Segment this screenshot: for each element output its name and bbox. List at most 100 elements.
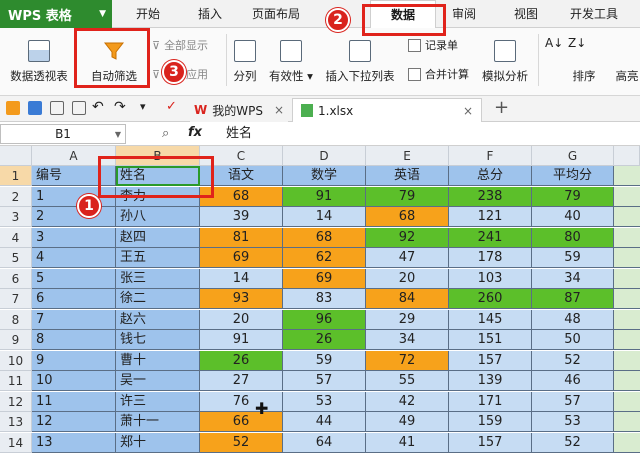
table-cell[interactable]: 王五 [116,248,200,268]
redo-icon[interactable]: ↷ [114,99,126,115]
table-cell[interactable]: 52 [532,350,614,371]
table-cell[interactable]: 41 [366,432,449,453]
table-cell[interactable]: 48 [532,309,614,330]
table-cell[interactable]: 29 [366,309,449,330]
header-cell[interactable]: 平均分 [532,166,614,186]
row-header[interactable]: 14 [0,432,32,453]
doc-tab-xlsx[interactable]: 1.xlsx × [292,98,482,122]
record-sheet-button[interactable]: 记录单 [408,37,458,53]
new-tab-icon[interactable]: + [494,97,509,118]
table-cell[interactable]: 76 [200,391,283,412]
split-column-button[interactable]: 分列 [228,32,262,84]
table-cell[interactable]: 57 [283,371,366,391]
table-cell[interactable]: 159 [449,412,532,432]
table-cell[interactable]: 139 [449,371,532,391]
tab-view[interactable]: 视图 [506,0,546,28]
table-cell[interactable]: 91 [200,330,283,350]
empty-cell[interactable] [614,309,640,330]
consolidate-button[interactable]: 合并计算 [408,66,469,82]
column-header-e[interactable]: E [366,146,449,166]
table-cell[interactable]: 张三 [116,268,200,289]
zoom-icon[interactable]: ⌕ [162,126,169,141]
table-cell[interactable]: 49 [366,412,449,432]
row-header[interactable]: 6 [0,268,32,289]
table-cell[interactable]: 69 [283,268,366,289]
table-cell[interactable]: 10 [32,371,116,391]
table-cell[interactable]: 12 [32,412,116,432]
table-cell[interactable]: 50 [532,330,614,350]
print-preview-icon[interactable] [72,101,86,115]
empty-cell[interactable] [614,350,640,371]
table-cell[interactable]: 4 [32,248,116,268]
table-cell[interactable]: 赵六 [116,309,200,330]
empty-cell[interactable] [614,289,640,309]
tab-page-layout[interactable]: 页面布局 [246,0,306,28]
row-header[interactable]: 2 [0,186,32,207]
table-cell[interactable]: 121 [449,207,532,227]
table-cell[interactable]: 151 [449,330,532,350]
table-cell[interactable]: 许三 [116,391,200,412]
table-cell[interactable]: 157 [449,350,532,371]
row-header[interactable]: 8 [0,309,32,330]
table-cell[interactable]: 13 [32,432,116,453]
empty-cell[interactable] [614,248,640,268]
table-cell[interactable]: 5 [32,268,116,289]
row-header[interactable]: 10 [0,350,32,371]
close-icon[interactable]: × [274,103,284,117]
table-cell[interactable]: 53 [532,412,614,432]
column-header-f[interactable]: F [449,146,532,166]
table-cell[interactable]: 孙八 [116,207,200,227]
table-cell[interactable]: 79 [366,186,449,207]
validity-button[interactable]: 有效性 ▾ [266,32,316,84]
highlight-button[interactable]: 高亮 [612,32,640,84]
table-cell[interactable]: 26 [283,330,366,350]
table-cell[interactable]: 34 [366,330,449,350]
table-cell[interactable]: 64 [283,432,366,453]
table-cell[interactable]: 7 [32,309,116,330]
table-cell[interactable]: 吴一 [116,371,200,391]
table-cell[interactable]: 14 [283,207,366,227]
table-cell[interactable]: 84 [366,289,449,309]
pin-icon[interactable]: ✓ [166,99,177,114]
row-header[interactable]: 1 [0,166,32,186]
table-cell[interactable]: 3 [32,227,116,248]
undo-icon[interactable]: ↶ [92,99,104,115]
row-header[interactable]: 7 [0,289,32,309]
table-cell[interactable]: 赵四 [116,227,200,248]
row-header[interactable]: 3 [0,207,32,227]
name-box[interactable]: B1 ▼ [0,124,126,144]
table-cell[interactable]: 20 [200,309,283,330]
table-cell[interactable]: 92 [366,227,449,248]
table-cell[interactable]: 96 [283,309,366,330]
table-cell[interactable]: 93 [200,289,283,309]
row-header[interactable]: 13 [0,412,32,432]
table-cell[interactable]: 8 [32,330,116,350]
table-cell[interactable]: 57 [532,391,614,412]
table-cell[interactable]: 14 [200,268,283,289]
row-header[interactable]: 9 [0,330,32,350]
table-cell[interactable]: 2 [32,207,116,227]
tab-insert[interactable]: 插入 [190,0,230,28]
column-header-h[interactable] [614,146,640,166]
table-cell[interactable]: 萧十一 [116,412,200,432]
table-cell[interactable]: 103 [449,268,532,289]
table-cell[interactable]: 郑十 [116,432,200,453]
show-all-button[interactable]: ⊽ 全部显示 [152,37,208,53]
table-cell[interactable]: 238 [449,186,532,207]
table-cell[interactable]: 6 [32,289,116,309]
header-cell[interactable]: 英语 [366,166,449,186]
header-cell[interactable]: 总分 [449,166,532,186]
row-header[interactable]: 12 [0,391,32,412]
tab-review[interactable]: 审阅 [444,0,484,28]
table-cell[interactable]: 87 [532,289,614,309]
table-cell[interactable]: 26 [200,350,283,371]
table-cell[interactable]: 59 [532,248,614,268]
table-cell[interactable]: 20 [366,268,449,289]
table-cell[interactable]: 52 [200,432,283,453]
table-cell[interactable]: 46 [532,371,614,391]
table-cell[interactable]: 钱七 [116,330,200,350]
simulation-button[interactable]: 模拟分析 [478,32,532,84]
table-cell[interactable]: 53 [283,391,366,412]
insert-dropdown-button[interactable]: 插入下拉列表 [322,32,398,84]
table-cell[interactable]: 69 [200,248,283,268]
